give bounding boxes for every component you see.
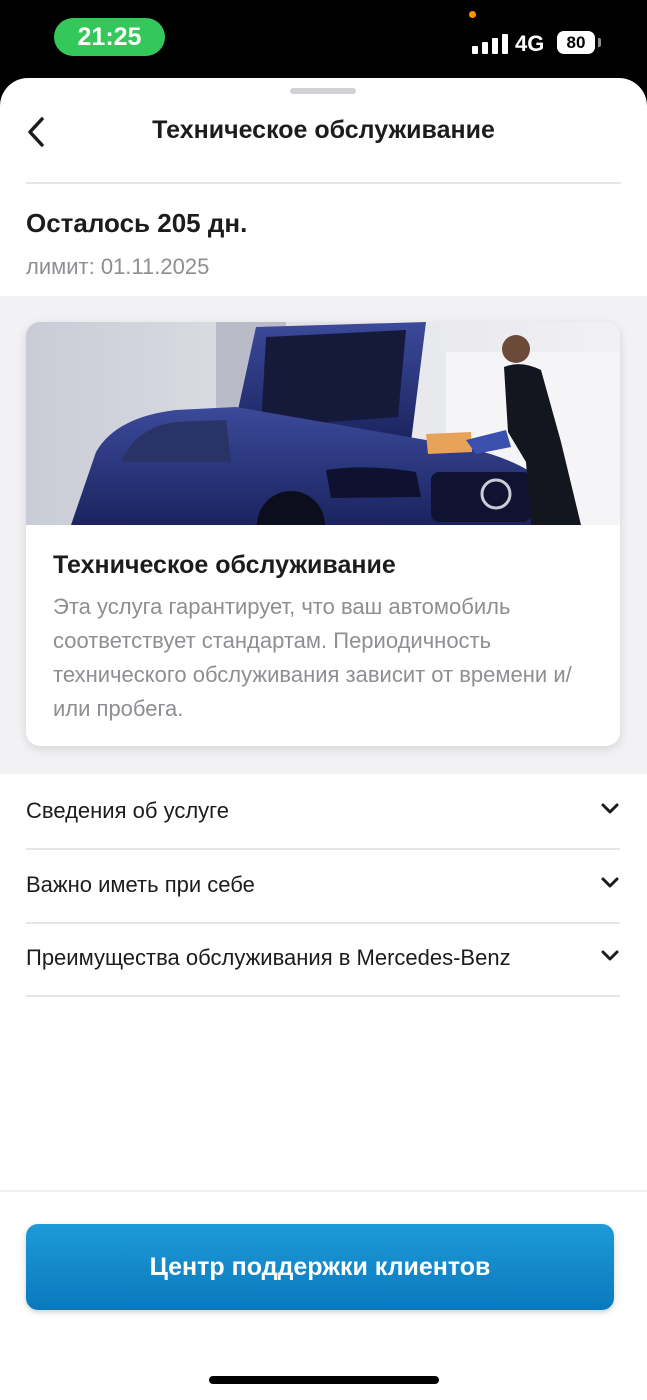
sheet-grabber[interactable] [290, 88, 356, 94]
home-indicator[interactable] [209, 1376, 439, 1384]
bottom-action-bar: Центр поддержки клиентов [0, 1190, 647, 1400]
header-divider [26, 182, 621, 184]
chevron-down-icon [601, 950, 619, 961]
signal-icon [472, 34, 508, 54]
limit-date: лимит: 01.11.2025 [26, 254, 210, 279]
accordion-mercedes-benefits[interactable]: Преимущества обслуживания в Mercedes-Ben… [26, 923, 620, 997]
battery-icon: 80 [557, 31, 595, 54]
accordion-what-to-bring[interactable]: Важно иметь при себе [26, 850, 620, 924]
card-title: Техническое обслуживание [53, 551, 396, 579]
battery-tip [598, 38, 601, 47]
chevron-down-icon [601, 803, 619, 814]
service-car-image [26, 322, 620, 525]
accordion-label: Преимущества обслуживания в Mercedes-Ben… [26, 945, 511, 970]
status-time[interactable]: 21:25 [54, 18, 165, 56]
chevron-down-icon [601, 877, 619, 888]
card-description: Эта услуга гарантирует, что ваш автомоби… [53, 594, 572, 721]
accordion-service-details[interactable]: Сведения об услуге [26, 776, 620, 850]
status-bar: 21:25 4G 80 [0, 0, 647, 80]
service-info-card: Техническое обслуживание Эта услуга гара… [26, 322, 620, 746]
privacy-indicator-dot [469, 11, 476, 18]
customer-support-button[interactable]: Центр поддержки клиентов [26, 1224, 614, 1310]
accordion-label: Сведения об услуге [26, 798, 229, 823]
remaining-days: Осталось 205 дн. [26, 208, 248, 238]
accordion-label: Важно иметь при себе [26, 872, 255, 897]
modal-sheet: Техническое обслуживание Осталось 205 дн… [0, 78, 647, 1400]
page-title: Техническое обслуживание [152, 116, 495, 144]
network-type: 4G [515, 31, 545, 56]
